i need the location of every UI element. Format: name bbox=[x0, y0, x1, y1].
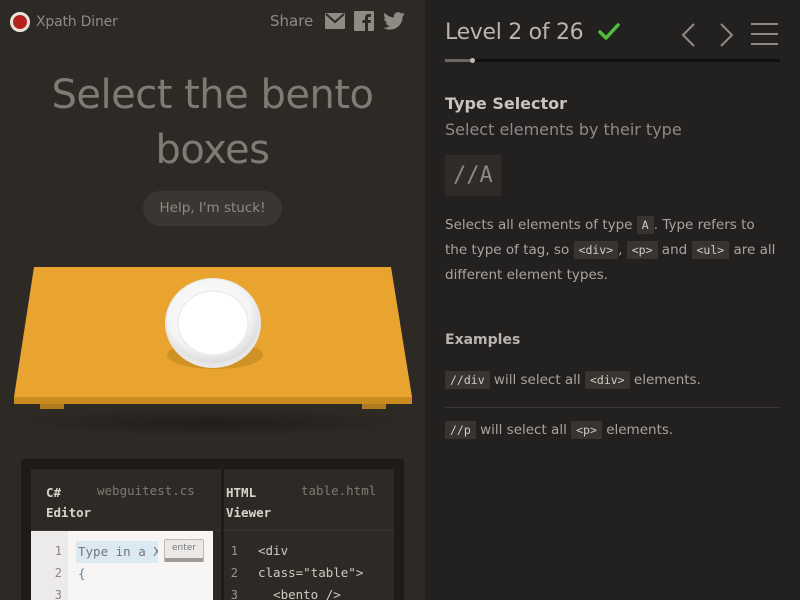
selector-subtitle: Select elements by their type bbox=[445, 120, 682, 139]
instruction-line-2: boxes bbox=[155, 127, 270, 173]
csharp-editor-body: 1 2 3 enter { bbox=[31, 531, 221, 600]
desc-text: and bbox=[657, 242, 692, 258]
selector-syntax: //A bbox=[445, 155, 501, 196]
line-number: 2 bbox=[54, 566, 62, 580]
examples-title: Examples bbox=[445, 332, 521, 348]
editor-container: C# Editor webguitest.cs 1 2 3 enter { bbox=[21, 459, 404, 600]
html-filename: table.html bbox=[301, 483, 377, 498]
instructions-panel: Level 2 of 26 Type Selector Select eleme… bbox=[425, 0, 800, 600]
desc-text: , bbox=[618, 242, 627, 258]
example-text: elements. bbox=[601, 422, 674, 438]
example-code: //p bbox=[445, 421, 476, 439]
example-text: will select all bbox=[475, 422, 572, 438]
html-line[interactable]: <bento /> bbox=[258, 587, 341, 600]
line-number: 3 bbox=[230, 588, 238, 600]
html-line[interactable]: class="table"> bbox=[258, 565, 363, 580]
progress-fill bbox=[445, 59, 472, 62]
csharp-editor-title: C# Editor bbox=[46, 483, 91, 523]
menu-icon[interactable] bbox=[751, 22, 779, 46]
html-viewer-header: HTML Viewer table.html bbox=[224, 469, 394, 531]
desc-code: <ul> bbox=[691, 241, 730, 259]
share-bar: Share bbox=[270, 11, 406, 31]
table-edge bbox=[14, 397, 412, 404]
line-number: 1 bbox=[230, 544, 238, 558]
previous-level-icon[interactable] bbox=[679, 22, 699, 48]
html-viewer: HTML Viewer table.html 1 2 3 <div class=… bbox=[224, 469, 394, 600]
example-code: //div bbox=[445, 371, 490, 389]
share-label: Share bbox=[270, 12, 314, 30]
selector-input[interactable] bbox=[76, 541, 158, 563]
csharp-editor: C# Editor webguitest.cs 1 2 3 enter { bbox=[31, 469, 221, 600]
example-code: <p> bbox=[571, 421, 602, 439]
table-shadow bbox=[12, 409, 412, 437]
html-title-line1: HTML bbox=[226, 485, 257, 500]
csharp-title-line1: C# bbox=[46, 485, 62, 500]
code-area: enter { bbox=[68, 531, 213, 600]
level-indicator[interactable]: Level 2 of 26 bbox=[445, 20, 584, 45]
checkmark-icon bbox=[598, 23, 620, 40]
desc-code: <p> bbox=[626, 241, 658, 259]
help-button[interactable]: Help, I'm stuck! bbox=[143, 191, 282, 226]
level-instruction: Select the bento boxes bbox=[0, 68, 425, 178]
line-number: 1 bbox=[54, 544, 62, 558]
divider bbox=[445, 407, 780, 408]
example-item: //div will select all <div> elements. bbox=[445, 371, 780, 389]
desc-code: A bbox=[636, 216, 654, 234]
line-number: 2 bbox=[230, 566, 238, 580]
selector-title: Type Selector bbox=[445, 94, 568, 113]
facebook-icon[interactable] bbox=[354, 11, 375, 31]
html-title-line2: Viewer bbox=[226, 505, 272, 520]
enter-button[interactable]: enter bbox=[164, 539, 204, 562]
code-line: { bbox=[78, 566, 86, 581]
desc-text: Selects all elements of type bbox=[445, 217, 637, 233]
twitter-icon[interactable] bbox=[383, 12, 406, 30]
html-viewer-body: 1 2 3 <div class="table"> <bento /> bbox=[224, 531, 394, 600]
csharp-filename: webguitest.cs bbox=[97, 483, 195, 498]
example-text: will select all bbox=[489, 372, 585, 388]
example-code: <div> bbox=[584, 371, 630, 389]
selector-description: Selects all elements of type A. Type ref… bbox=[445, 213, 780, 288]
plate-center bbox=[177, 290, 249, 356]
csharp-editor-header: C# Editor webguitest.cs bbox=[31, 469, 221, 531]
desc-code: <div> bbox=[573, 241, 619, 259]
progress-marker bbox=[469, 58, 475, 63]
example-item: //p will select all <p> elements. bbox=[445, 421, 780, 439]
line-gutter: 1 2 3 bbox=[31, 531, 68, 600]
example-text: elements. bbox=[629, 372, 701, 388]
next-level-icon[interactable] bbox=[716, 22, 736, 48]
dining-table bbox=[0, 255, 425, 445]
game-panel: Xpath Diner Share Select the bento boxes… bbox=[0, 0, 425, 600]
email-icon[interactable] bbox=[325, 13, 346, 29]
instruction-line-1: Select the bento bbox=[51, 72, 374, 118]
line-number: 3 bbox=[54, 588, 62, 600]
logo-icon bbox=[10, 12, 30, 32]
level-progress-bar bbox=[445, 58, 780, 63]
app-name: Xpath Diner bbox=[36, 14, 118, 30]
html-line[interactable]: <div bbox=[258, 543, 288, 558]
csharp-title-line2: Editor bbox=[46, 505, 92, 520]
html-viewer-title: HTML Viewer bbox=[226, 483, 271, 523]
app-logo[interactable]: Xpath Diner bbox=[10, 12, 118, 32]
